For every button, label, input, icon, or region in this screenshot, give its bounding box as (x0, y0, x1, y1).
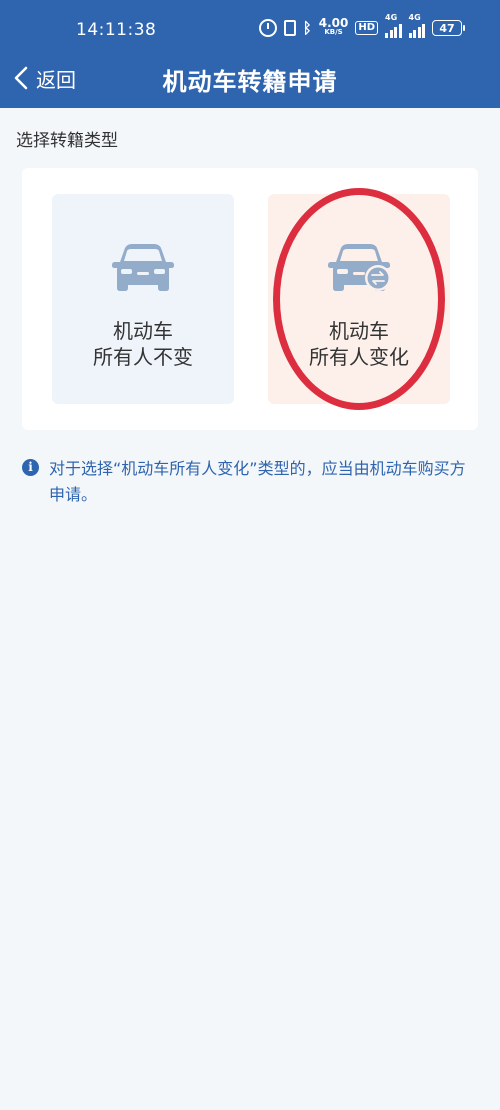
option-label: 机动车 所有人不变 (93, 318, 193, 370)
network-speed-unit: KB/S (324, 28, 343, 36)
status-time: 14:11:38 (76, 20, 157, 40)
page-title: 机动车转籍申请 (162, 68, 338, 96)
signal-icon-1: 4G (385, 13, 402, 38)
option-owner-unchanged[interactable]: 机动车 所有人不变 (52, 194, 234, 404)
network-type-2: 4G (408, 13, 421, 22)
network-speed: 4.00 KB/S (318, 16, 349, 37)
option-owner-changed[interactable]: 机动车 所有人变化 (268, 194, 450, 404)
option-label-line2: 所有人不变 (93, 345, 193, 369)
car-transfer-icon (328, 244, 391, 291)
option-label-line1: 机动车 (113, 319, 173, 343)
option-label-line1: 机动车 (329, 319, 389, 343)
status-bar: 14:11:38 ᛒ 4.00 KB/S HD 4G 4G 47 (0, 13, 500, 46)
nav-bar: 返回 机动车转籍申请 (0, 50, 500, 106)
option-card: 机动车 所有人不变 机动车 所有人变化 (22, 168, 478, 430)
notice-text: 对于选择“机动车所有人变化”类型的，应当由机动车购买方申请。 (49, 459, 466, 504)
car-icon (112, 244, 174, 291)
network-speed-value: 4.00 (318, 16, 349, 30)
signal-icon-2: 4G (408, 13, 425, 38)
top-bar: 14:11:38 ᛒ 4.00 KB/S HD 4G 4G 47 返回 机动车转… (0, 0, 500, 108)
section-label: 选择转籍类型 (16, 131, 118, 151)
option-label-line2: 所有人变化 (309, 345, 409, 369)
alarm-icon (258, 19, 277, 37)
battery-icon: 47 (432, 20, 465, 36)
hd-badge: HD (355, 21, 378, 35)
info-icon: i (22, 459, 39, 476)
option-label: 机动车 所有人变化 (309, 318, 409, 370)
notice: i 对于选择“机动车所有人变化”类型的，应当由机动车购买方申请。 (22, 456, 482, 508)
status-icons: ᛒ 4.00 KB/S HD 4G 4G 47 (258, 13, 465, 38)
bluetooth-icon: ᛒ (302, 19, 312, 37)
network-type-1: 4G (385, 13, 398, 22)
vibrate-icon (283, 20, 296, 36)
